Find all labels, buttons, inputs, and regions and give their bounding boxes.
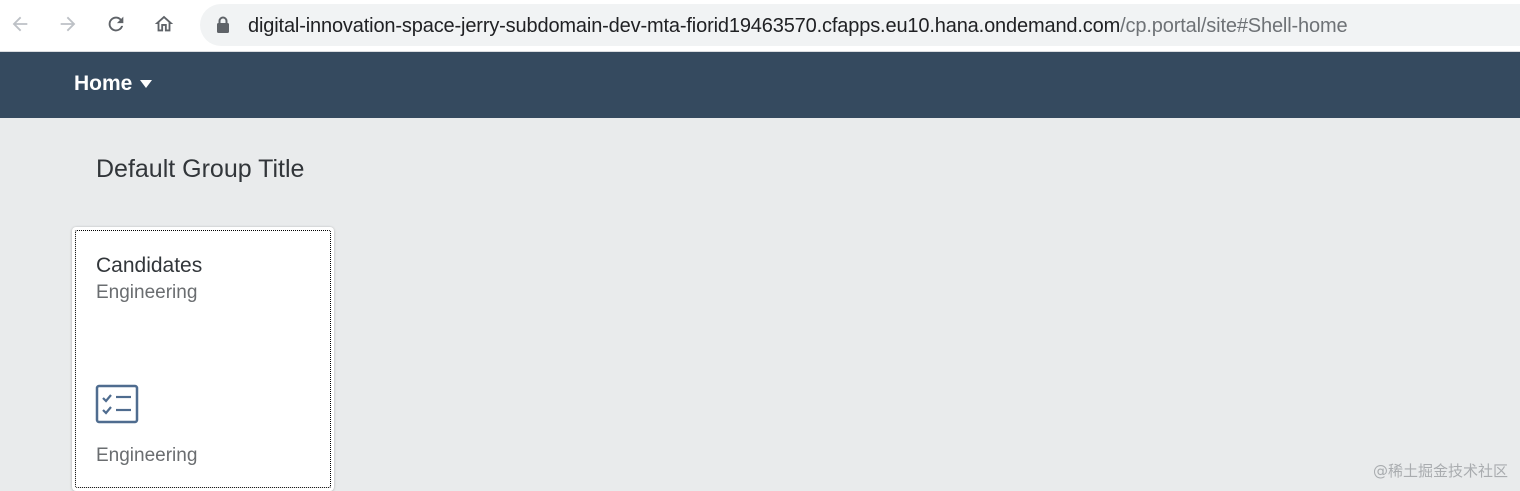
home-icon[interactable] [152,12,176,36]
checklist-icon [95,384,139,424]
launchpad-content: Default Group Title Candidates Engineeri… [0,118,1520,491]
url-host: digital-innovation-space-jerry-subdomain… [248,15,1121,37]
back-arrow-icon[interactable] [8,12,32,36]
tile-subtitle: Engineering [96,282,198,303]
forward-arrow-icon[interactable] [56,12,80,36]
home-menu-button[interactable]: Home [74,72,153,96]
lock-icon[interactable] [216,16,230,34]
address-bar[interactable]: digital-innovation-space-jerry-subdomain… [200,4,1520,46]
url-path: /cp.portal/site#Shell-home [1120,15,1348,37]
group-title: Default Group Title [96,155,305,183]
app-tile-candidates[interactable]: Candidates Engineering Engineering [72,227,334,491]
caret-down-icon [140,80,153,88]
url-text[interactable]: digital-innovation-space-jerry-subdomain… [248,15,1348,38]
browser-toolbar: digital-innovation-space-jerry-subdomain… [0,0,1520,52]
shell-header: Home [0,52,1520,118]
tile-title: Candidates [96,254,203,277]
home-menu-label: Home [74,72,133,95]
watermark: @稀土掘金技术社区 [1372,462,1508,480]
reload-icon[interactable] [104,12,128,36]
tile-footer: Engineering [96,445,198,466]
